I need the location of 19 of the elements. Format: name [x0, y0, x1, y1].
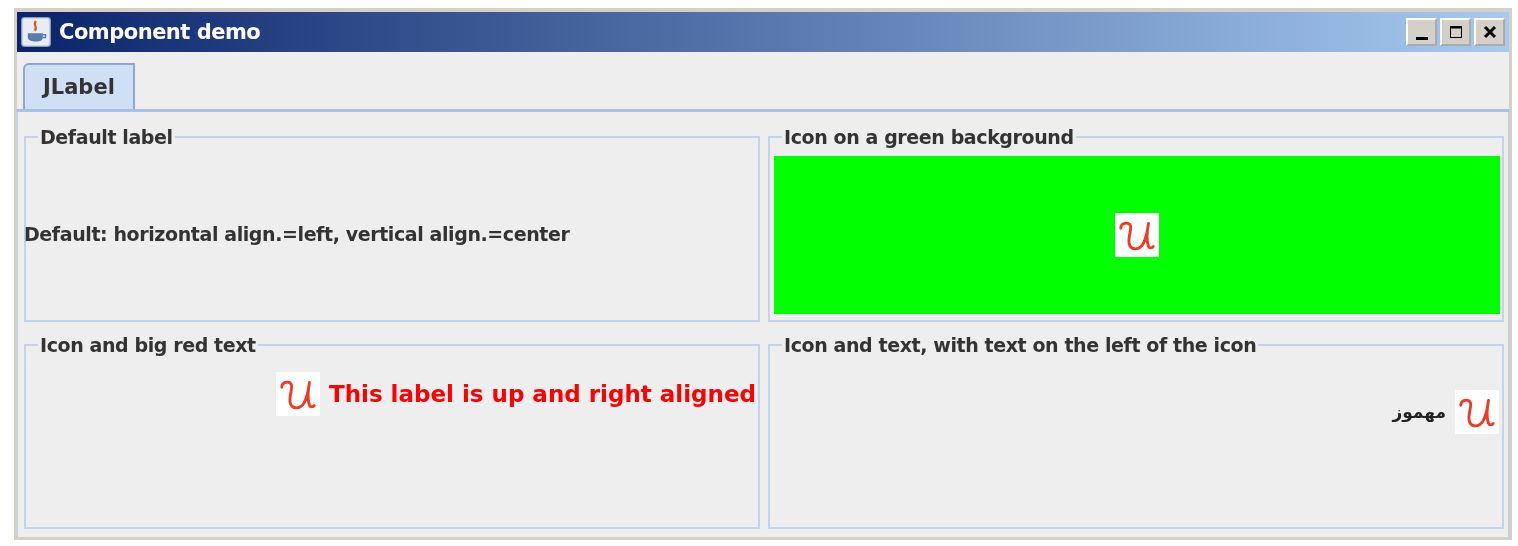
close-icon: [1481, 24, 1498, 40]
group-title: Default label: [39, 126, 174, 148]
maximize-icon: [1447, 24, 1464, 40]
close-button[interactable]: [1474, 18, 1505, 46]
group-title: Icon on a green background: [783, 126, 1075, 148]
script-icon: [1114, 212, 1160, 257]
maximize-button[interactable]: [1440, 18, 1471, 46]
minimize-icon: [1415, 36, 1428, 40]
window-title: Component demo: [59, 20, 261, 44]
script-icon: [274, 371, 321, 416]
script-icon: [1454, 389, 1500, 434]
label-text: This label is up and right aligned: [328, 379, 756, 409]
label-text: مهموز: [1392, 400, 1446, 424]
minimize-button[interactable]: [1406, 18, 1437, 46]
cup-icon: [21, 17, 51, 47]
group-title: Icon and big red text: [39, 333, 257, 356]
tab[interactable]: JLabel: [23, 63, 135, 109]
group-title: Icon and text, with text on the left of the icon: [783, 333, 1258, 356]
label-text: Default: horizontal align.=left, vertical align.=center: [24, 222, 570, 245]
